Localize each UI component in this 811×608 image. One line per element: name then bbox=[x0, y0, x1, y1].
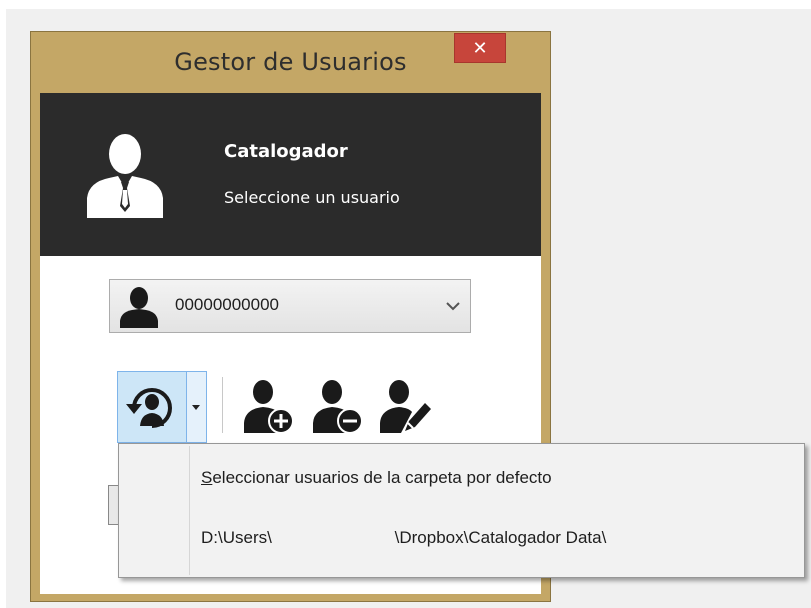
menu-item-default-folder[interactable]: Seleccionar usuarios de la carpeta por d… bbox=[121, 451, 802, 509]
instruction-text: Seleccione un usuario bbox=[224, 188, 400, 207]
menu-item-label-rest: eleccionar usuarios de la carpeta por de… bbox=[212, 468, 552, 487]
menu-item-label: Seleccionar usuarios de la carpeta por d… bbox=[201, 468, 552, 488]
close-icon: ✕ bbox=[472, 37, 488, 59]
edit-user-icon[interactable] bbox=[379, 379, 433, 435]
user-folder-context-menu: Seleccionar usuarios de la carpeta por d… bbox=[118, 443, 805, 578]
close-button[interactable]: ✕ bbox=[454, 33, 506, 63]
user-folder-dropdown-arrow[interactable] bbox=[187, 371, 207, 443]
selected-user-value: 00000000000 bbox=[175, 295, 280, 314]
app-name: Catalogador bbox=[224, 141, 348, 162]
chevron-down-icon[interactable] bbox=[446, 301, 460, 311]
header-banner: Catalogador Seleccione un usuario bbox=[40, 93, 541, 256]
menu-item-folder-path[interactable]: D:\Users\ \Dropbox\Catalogador Data\ bbox=[121, 511, 802, 569]
remove-user-icon[interactable] bbox=[312, 379, 366, 435]
user-sync-icon bbox=[126, 388, 172, 428]
toolbar-separator bbox=[222, 377, 223, 433]
menu-item-mnemonic: S bbox=[201, 468, 213, 487]
title-bar[interactable]: Gestor de Usuarios ✕ bbox=[31, 32, 550, 92]
user-folder-button[interactable] bbox=[117, 371, 187, 443]
user-icon bbox=[120, 287, 158, 328]
user-folder-split-button[interactable] bbox=[117, 371, 217, 443]
caret-down-icon bbox=[192, 405, 200, 410]
user-silhouette-icon bbox=[87, 134, 163, 218]
user-select-dropdown[interactable]: 00000000000 bbox=[109, 279, 471, 333]
menu-item-path-label: D:\Users\ \Dropbox\Catalogador Data\ bbox=[201, 528, 607, 547]
add-user-icon[interactable] bbox=[243, 379, 297, 435]
